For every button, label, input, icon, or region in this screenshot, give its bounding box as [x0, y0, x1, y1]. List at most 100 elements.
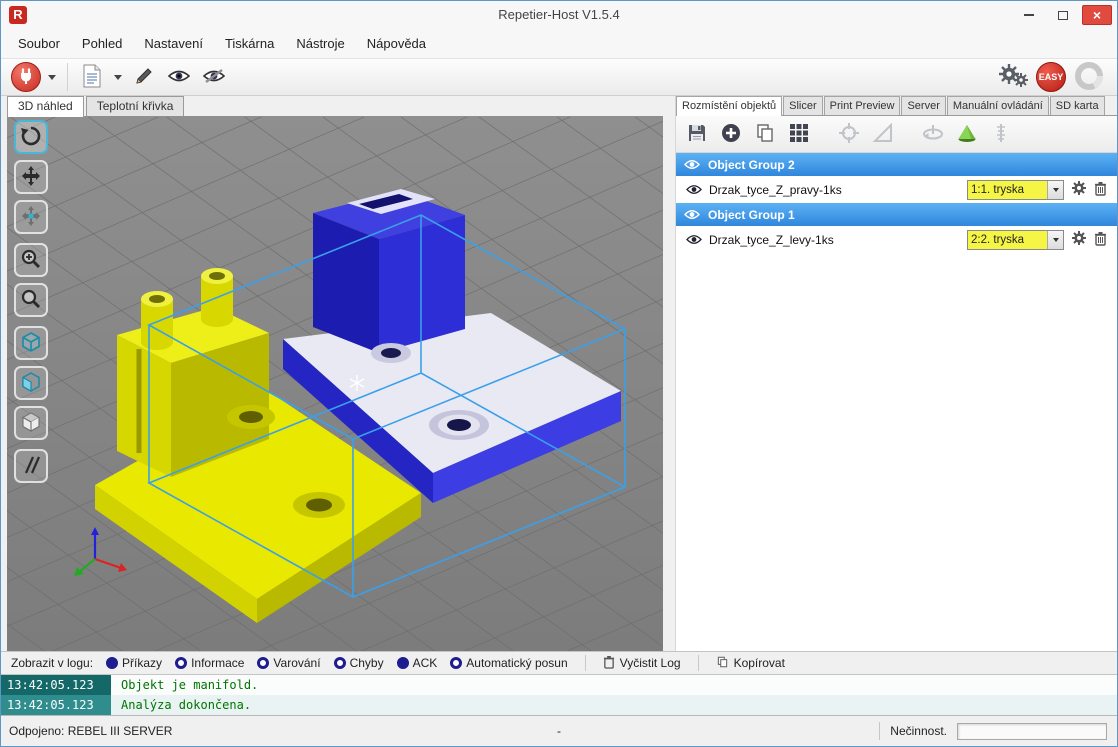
pan-icon — [20, 165, 42, 190]
connect-button[interactable] — [11, 62, 41, 92]
emergency-stop-button[interactable] — [1071, 61, 1107, 93]
plus-icon — [720, 122, 742, 147]
log-view[interactable]: 13:42:05.123 Objekt je manifold. 13:42:0… — [1, 675, 1117, 715]
load-button[interactable] — [77, 61, 107, 93]
tab-slicer[interactable]: Slicer — [783, 96, 823, 115]
autoposition-button[interactable] — [786, 121, 812, 147]
iso-view-icon — [20, 331, 42, 356]
extruder-select[interactable]: 2:2. tryska — [967, 230, 1064, 250]
close-button[interactable]: × — [1082, 5, 1112, 25]
log-filter-errors[interactable]: Chyby — [334, 656, 384, 670]
menu-item-pohled[interactable]: Pohled — [71, 30, 133, 58]
rotate-icon — [20, 125, 42, 150]
tab-server[interactable]: Server — [901, 96, 945, 115]
lay-flat-button[interactable] — [954, 121, 980, 147]
menu-item-napoveda[interactable]: Nápověda — [356, 30, 437, 58]
chevron-down-icon[interactable] — [1047, 231, 1063, 249]
scene-3d[interactable] — [7, 117, 663, 651]
tab-print-preview[interactable]: Print Preview — [824, 96, 901, 115]
close-icon: × — [1093, 7, 1101, 23]
connection-status: Odpojeno: REBEL III SERVER — [1, 724, 879, 738]
clear-log-button[interactable]: Vyčistit Log — [603, 655, 681, 672]
top-view-button[interactable] — [14, 406, 48, 440]
right-panel: Rozmístění objektů Slicer Print Preview … — [675, 96, 1117, 651]
copy-icon — [716, 655, 729, 672]
show-filament-button[interactable] — [164, 61, 194, 93]
eye-icon[interactable] — [686, 184, 702, 195]
eye-icon[interactable] — [686, 234, 702, 245]
menu-item-tiskarna[interactable]: Tiskárna — [214, 30, 285, 58]
tab-sd-card[interactable]: SD karta — [1050, 96, 1105, 115]
eye-icon[interactable] — [684, 159, 700, 170]
trash-icon — [1094, 231, 1107, 249]
object-group-header[interactable]: Object Group 1 — [676, 203, 1117, 226]
object-name: Drzak_tyce_Z_pravy-1ks — [709, 183, 960, 197]
log-filter-warnings[interactable]: Varování — [257, 656, 320, 670]
scale-object-button[interactable] — [870, 121, 896, 147]
object-group-header[interactable]: Object Group 2 — [676, 153, 1117, 176]
object-settings-button[interactable] — [1071, 230, 1087, 249]
delete-object-button[interactable] — [1094, 231, 1107, 249]
log-timestamp: 13:42:05.123 — [1, 695, 111, 715]
object-row[interactable]: Drzak_tyce_Z_pravy-1ks 1:1. tryska — [676, 176, 1117, 203]
log-filter-info[interactable]: Informace — [175, 656, 244, 670]
zoom-fit-button[interactable] — [14, 283, 48, 317]
move-object-button[interactable] — [14, 200, 48, 234]
toggle-dot-icon — [257, 657, 269, 669]
eye-icon[interactable] — [684, 209, 700, 220]
window-controls: × — [1014, 5, 1112, 25]
maximize-button[interactable] — [1048, 5, 1078, 25]
gear-icon — [1071, 180, 1087, 199]
object-analysis-button[interactable] — [988, 121, 1014, 147]
viewport-3d[interactable] — [7, 117, 663, 651]
rotate-view-button[interactable] — [14, 120, 48, 154]
object-row[interactable]: Drzak_tyce_Z_levy-1ks 2:2. tryska — [676, 226, 1117, 253]
parallel-projection-button[interactable] — [14, 449, 48, 483]
tab-manual-control[interactable]: Manuální ovládání — [947, 96, 1049, 115]
log-filter-commands[interactable]: Příkazy — [106, 656, 162, 670]
object-settings-button[interactable] — [1071, 180, 1087, 199]
minimize-button[interactable] — [1014, 5, 1044, 25]
filter-label: Příkazy — [122, 656, 162, 670]
app-window: { "window": { "title": "Repetier-Host V1… — [0, 0, 1118, 747]
log-filter-ack[interactable]: ACK — [397, 656, 438, 670]
copy-log-button[interactable]: Kopírovat — [716, 655, 785, 672]
move-object-icon — [20, 205, 42, 230]
log-row: 13:42:05.123 Analýza dokončena. — [1, 695, 1117, 715]
menu-item-nastroje[interactable]: Nástroje — [285, 30, 355, 58]
status-center-text: - — [557, 724, 561, 738]
add-object-button[interactable] — [718, 121, 744, 147]
chevron-down-icon[interactable] — [1047, 181, 1063, 199]
tab-object-placement[interactable]: Rozmístění objektů — [676, 96, 782, 116]
log-filter-autoscroll[interactable]: Automatický posun — [450, 656, 567, 670]
rotate-3d-icon — [922, 122, 944, 147]
group-label: Object Group 1 — [708, 208, 795, 222]
isometric-view-button[interactable] — [14, 326, 48, 360]
copy-object-button[interactable] — [752, 121, 778, 147]
show-travel-button[interactable] — [199, 61, 229, 93]
connect-dropdown[interactable] — [46, 75, 58, 80]
center-object-button[interactable] — [836, 121, 862, 147]
edit-gcode-button[interactable] — [129, 61, 159, 93]
group-label: Object Group 2 — [708, 158, 795, 172]
front-view-button[interactable] — [14, 366, 48, 400]
load-dropdown[interactable] — [112, 75, 124, 80]
menu-item-nastaveni[interactable]: Nastavení — [133, 30, 214, 58]
menu-item-soubor[interactable]: Soubor — [7, 30, 71, 58]
easy-mode-button[interactable]: EASY — [1036, 62, 1066, 92]
extruder-select[interactable]: 1:1. tryska — [967, 180, 1064, 200]
save-objects-button[interactable] — [684, 121, 710, 147]
object-toolbar — [676, 116, 1117, 153]
separator — [879, 722, 880, 740]
printer-settings-button[interactable] — [995, 61, 1031, 93]
zoom-in-button[interactable] — [14, 243, 48, 277]
tab-3d-view[interactable]: 3D náhled — [7, 96, 84, 117]
toggle-dot-icon — [397, 657, 409, 669]
tab-temperature-curve[interactable]: Teplotní křivka — [86, 96, 185, 116]
pan-view-button[interactable] — [14, 160, 48, 194]
cone-icon — [956, 122, 978, 147]
status-bar: Odpojeno: REBEL III SERVER - Nečinnost. — [1, 715, 1117, 746]
copy-log-label: Kopírovat — [734, 656, 785, 670]
rotate-object-button[interactable] — [920, 121, 946, 147]
delete-object-button[interactable] — [1094, 181, 1107, 199]
